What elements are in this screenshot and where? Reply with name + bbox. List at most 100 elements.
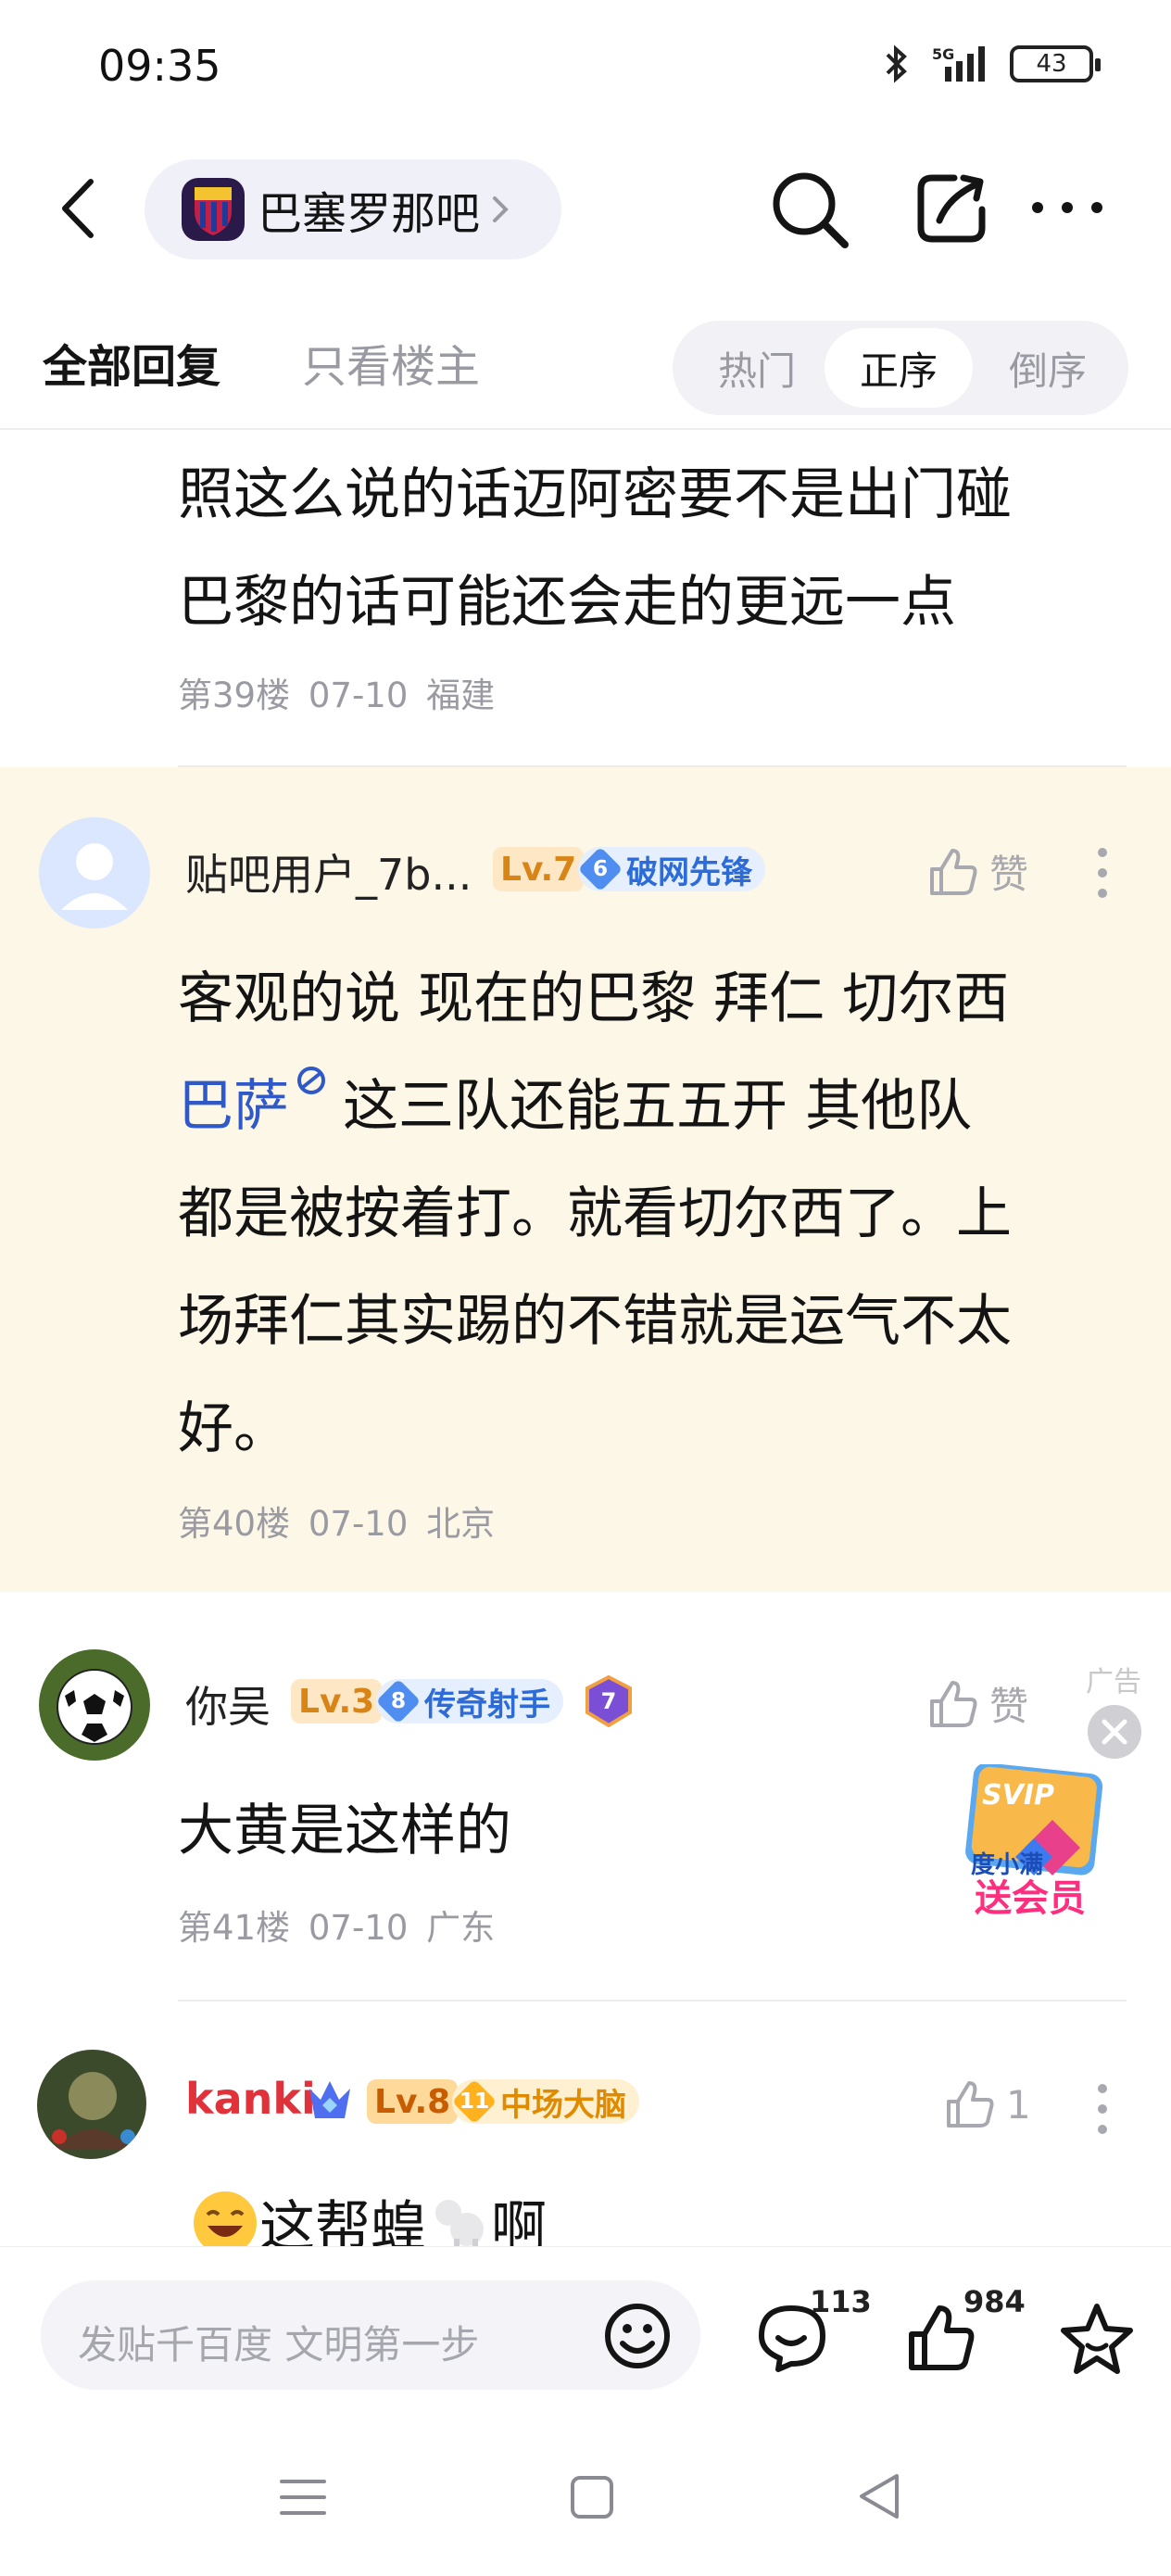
home-icon[interactable] xyxy=(569,2474,615,2520)
system-navigation-bar xyxy=(0,2409,1171,2576)
sort-hot-option[interactable]: 热门 xyxy=(697,321,817,415)
search-icon[interactable] xyxy=(767,167,852,252)
post-date: 07-10 xyxy=(308,1908,409,1948)
poodle-emoji-icon xyxy=(435,2200,484,2246)
like-label: 赞 xyxy=(989,1684,1029,1729)
back-triangle-icon[interactable] xyxy=(856,2470,902,2522)
post-40-line-2: 巴萨 这三队还能五五开 其他队 xyxy=(178,1053,1123,1160)
level-badge: Lv.3 xyxy=(291,1679,383,1724)
sort-descending-option[interactable]: 倒序 xyxy=(988,321,1108,415)
forum-link[interactable]: 巴萨 xyxy=(178,1074,289,1139)
character-avatar-icon xyxy=(37,2050,146,2159)
vip-crown-icon xyxy=(309,2081,350,2118)
more-vertical-icon[interactable] xyxy=(1097,2083,1108,2135)
barcelona-crest-icon xyxy=(182,178,245,241)
level-badge: Lv.8 xyxy=(367,2079,459,2124)
honor-badge: 11 中场大脑 xyxy=(451,2078,639,2125)
level-badge: Lv.7 xyxy=(493,847,585,891)
like-button[interactable]: 赞 xyxy=(926,843,1028,900)
thumbs-up-icon xyxy=(930,1680,977,1727)
more-horizontal-icon[interactable] xyxy=(1028,187,1106,228)
post-42-content: 这帮蝗 啊 xyxy=(191,2181,547,2246)
username[interactable]: kanki xyxy=(185,2074,316,2124)
ad-tag: 广告 xyxy=(1086,1666,1141,1698)
post-date: 07-10 xyxy=(308,676,409,715)
emoji-icon[interactable] xyxy=(600,2299,674,2373)
honor-title: 中场大脑 xyxy=(500,2086,626,2124)
post-location: 广东 xyxy=(426,1908,496,1948)
signal-5g-icon: 5G xyxy=(932,45,985,82)
top-nav-bar: 巴塞罗那吧 xyxy=(0,139,1171,278)
like-button[interactable]: 1 xyxy=(943,2077,1031,2131)
honor-badge: 6 破网先锋 xyxy=(577,846,765,892)
avatar[interactable] xyxy=(39,817,150,928)
link-icon xyxy=(297,1067,325,1094)
honor-level-icon: 8 xyxy=(375,1678,422,1724)
post-40-line-5: 好。 xyxy=(178,1396,289,1461)
post-floor: 第41楼 xyxy=(178,1908,291,1948)
avatar[interactable] xyxy=(39,1649,150,1761)
post-40-line-3: 都是被按着打。就看切尔西了。上 xyxy=(178,1181,1012,1246)
post-39-line-2: 巴黎的话可能还会走的更远一点 xyxy=(178,570,956,635)
laughing-emoji-icon xyxy=(194,2191,257,2246)
ad-label[interactable]: 送会员 xyxy=(975,1868,1086,1922)
bluetooth-icon xyxy=(886,44,907,83)
post-39-content: 照这么说的话迈阿密要不是出门碰 巴黎的话可能还会走的更远一点 xyxy=(178,441,1123,656)
ad-svip-label: SVIP xyxy=(982,1779,1054,1812)
close-icon[interactable] xyxy=(1088,1705,1141,1759)
post-floor: 第40楼 xyxy=(178,1504,291,1544)
post-floor: 第39楼 xyxy=(178,676,291,715)
username[interactable]: 你吴 xyxy=(185,1673,271,1735)
star-icon[interactable] xyxy=(1058,2301,1136,2375)
back-arrow-icon[interactable] xyxy=(50,174,106,243)
like-count: 1 xyxy=(1006,2081,1031,2128)
post-location: 福建 xyxy=(426,676,496,715)
tab-all-replies[interactable]: 全部回复 xyxy=(43,330,220,395)
divider xyxy=(178,2000,1127,2001)
username[interactable]: 贴吧用户_7b... xyxy=(185,841,472,903)
reply-filter-row: 全部回复 只看楼主 热门 正序 倒序 xyxy=(0,297,1171,417)
share-icon[interactable] xyxy=(912,169,991,248)
forum-name: 巴塞罗那吧 xyxy=(258,188,481,240)
post-40-content: 客观的说 现在的巴黎 拜仁 切尔西 巴萨 这三队还能五五开 其他队 都是被按着打。… xyxy=(178,945,1123,1483)
post-40-line-1: 客观的说 现在的巴黎 拜仁 切尔西 xyxy=(178,966,1010,1031)
divider xyxy=(0,428,1171,430)
honor-level-icon: 11 xyxy=(451,2078,497,2125)
post-40-meta: 第40楼 07-10 北京 xyxy=(178,1496,495,1546)
like-label: 赞 xyxy=(989,852,1029,897)
like-count: 984 xyxy=(963,2284,1026,2319)
default-avatar-icon xyxy=(39,817,150,928)
forum-entry-button[interactable]: 巴塞罗那吧 xyxy=(145,159,561,259)
thumbs-up-icon xyxy=(930,848,977,895)
comment-count: 113 xyxy=(810,2284,872,2319)
menu-icon[interactable] xyxy=(278,2474,328,2520)
reply-placeholder: 发贴千百度 文明第一步 xyxy=(78,2322,480,2368)
honor-title: 传奇射手 xyxy=(424,1686,550,1724)
post-40-line-4: 场拜仁其实踢的不错就是运气不太 xyxy=(178,1289,1012,1354)
post-date: 07-10 xyxy=(308,1504,409,1544)
post-41-meta: 第41楼 07-10 广东 xyxy=(178,1900,495,1950)
bottom-action-bar: 发贴千百度 文明第一步 113 984 xyxy=(0,2246,1171,2409)
sort-segmented-control: 热门 正序 倒序 xyxy=(673,321,1128,415)
post-location: 北京 xyxy=(426,1504,496,1544)
post-39-meta: 第39楼 07-10 福建 xyxy=(178,667,495,717)
battery-level: 43 xyxy=(1036,50,1067,78)
honor-level-icon: 6 xyxy=(577,846,623,892)
avatar[interactable] xyxy=(35,2048,146,2159)
member-badge-icon: 7 xyxy=(586,1675,632,1727)
status-time: 09:35 xyxy=(98,41,221,91)
reply-input[interactable]: 发贴千百度 文明第一步 xyxy=(41,2280,700,2390)
tab-owner-only[interactable]: 只看楼主 xyxy=(302,330,480,395)
post-39-line-1: 照这么说的话迈阿密要不是出门碰 xyxy=(178,462,1012,527)
chevron-right-icon xyxy=(493,196,509,222)
sort-ascending-option[interactable]: 正序 xyxy=(825,328,973,408)
member-badge-level: 7 xyxy=(601,1688,617,1714)
status-bar: 09:35 5G 43 xyxy=(0,0,1171,139)
thumbs-up-icon xyxy=(947,2081,994,2128)
honor-badge: 8 传奇射手 xyxy=(375,1678,563,1724)
network-label: 5G xyxy=(932,45,954,63)
battery-icon: 43 xyxy=(1010,45,1101,82)
more-vertical-icon[interactable] xyxy=(1097,847,1108,899)
like-button[interactable]: 赞 xyxy=(926,1675,1028,1732)
honor-title: 破网先锋 xyxy=(626,853,752,891)
